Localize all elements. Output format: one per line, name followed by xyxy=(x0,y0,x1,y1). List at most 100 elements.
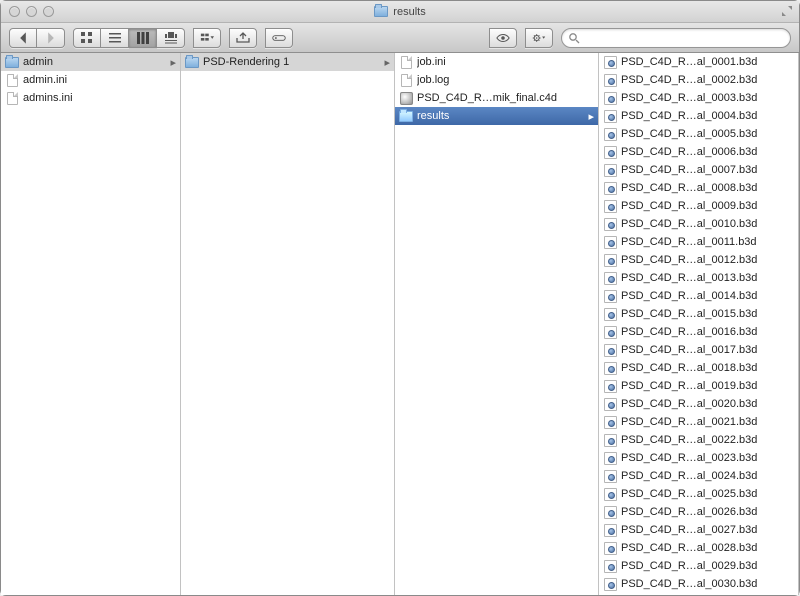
file-name: PSD_C4D_R…al_0001.b3d xyxy=(621,56,757,68)
file-row[interactable]: PSD_C4D_R…al_0025.b3d xyxy=(599,485,798,503)
file-name: PSD-Rendering 1 xyxy=(203,56,289,68)
folder-icon xyxy=(185,55,199,69)
file-name: PSD_C4D_R…al_0027.b3d xyxy=(621,524,757,536)
file-row[interactable]: PSD_C4D_R…al_0012.b3d xyxy=(599,251,798,269)
file-row[interactable]: PSD_C4D_R…al_0020.b3d xyxy=(599,395,798,413)
file-row[interactable]: PSD_C4D_R…al_0029.b3d xyxy=(599,557,798,575)
b3d-icon xyxy=(603,523,617,537)
column-4[interactable]: PSD_C4D_R…al_0001.b3d PSD_C4D_R…al_0002.b… xyxy=(599,53,799,595)
b3d-icon xyxy=(603,451,617,465)
file-row[interactable]: PSD_C4D_R…al_0014.b3d xyxy=(599,287,798,305)
b3d-icon xyxy=(603,415,617,429)
file-name: PSD_C4D_R…al_0007.b3d xyxy=(621,164,757,176)
file-name: PSD_C4D_R…al_0022.b3d xyxy=(621,434,757,446)
file-row[interactable]: PSD_C4D_R…al_0026.b3d xyxy=(599,503,798,521)
file-row[interactable]: PSD_C4D_R…al_0008.b3d xyxy=(599,179,798,197)
file-name: PSD_C4D_R…al_0021.b3d xyxy=(621,416,757,428)
file-row[interactable]: PSD_C4D_R…al_0024.b3d xyxy=(599,467,798,485)
b3d-icon xyxy=(603,433,617,447)
file-row[interactable]: PSD_C4D_R…al_0021.b3d xyxy=(599,413,798,431)
file-name: admins.ini xyxy=(23,92,73,104)
file-row[interactable]: PSD_C4D_R…al_0016.b3d xyxy=(599,323,798,341)
file-row[interactable]: PSD_C4D_R…al_0010.b3d xyxy=(599,215,798,233)
file-row[interactable]: admin.ini xyxy=(1,71,180,89)
file-name: PSD_C4D_R…al_0013.b3d xyxy=(621,272,757,284)
file-name: PSD_C4D_R…al_0011.b3d xyxy=(621,236,757,248)
file-row[interactable]: PSD_C4D_R…al_0011.b3d xyxy=(599,233,798,251)
file-row[interactable]: PSD_C4D_R…al_0030.b3d xyxy=(599,575,798,593)
file-row[interactable]: PSD_C4D_R…al_0027.b3d xyxy=(599,521,798,539)
file-row[interactable]: job.ini xyxy=(395,53,598,71)
forward-button[interactable] xyxy=(37,28,65,48)
file-name: results xyxy=(417,110,449,122)
file-row[interactable]: results▸ xyxy=(395,107,598,125)
chevron-right-icon: ▸ xyxy=(384,56,390,69)
file-name: PSD_C4D_R…al_0024.b3d xyxy=(621,470,757,482)
search-input[interactable] xyxy=(584,32,784,44)
file-row[interactable]: PSD-Rendering 1 ▸ xyxy=(181,53,394,71)
folder-icon xyxy=(399,109,413,123)
file-row[interactable]: PSD_C4D_R…al_0007.b3d xyxy=(599,161,798,179)
b3d-icon xyxy=(603,55,617,69)
view-mode-buttons xyxy=(73,28,185,48)
file-row[interactable]: PSD_C4D_R…al_0013.b3d xyxy=(599,269,798,287)
fullscreen-icon[interactable] xyxy=(781,5,793,17)
minimize-window-button[interactable] xyxy=(26,6,37,17)
list-view-button[interactable] xyxy=(101,28,129,48)
nav-buttons xyxy=(9,28,65,48)
file-name: PSD_C4D_R…al_0019.b3d xyxy=(621,380,757,392)
file-row[interactable]: PSD_C4D_R…al_0009.b3d xyxy=(599,197,798,215)
file-row[interactable]: PSD_C4D_R…al_0003.b3d xyxy=(599,89,798,107)
file-row[interactable]: PSD_C4D_R…al_0005.b3d xyxy=(599,125,798,143)
file-name: PSD_C4D_R…al_0026.b3d xyxy=(621,506,757,518)
zoom-window-button[interactable] xyxy=(43,6,54,17)
back-button[interactable] xyxy=(9,28,37,48)
file-row[interactable]: PSD_C4D_R…al_0015.b3d xyxy=(599,305,798,323)
file-row[interactable]: PSD_C4D_R…al_0019.b3d xyxy=(599,377,798,395)
file-name: admin.ini xyxy=(23,74,67,86)
file-name: PSD_C4D_R…al_0025.b3d xyxy=(621,488,757,500)
quicklook-group xyxy=(489,28,517,48)
doc-icon xyxy=(5,73,19,87)
file-row[interactable]: PSD_C4D_R…al_0006.b3d xyxy=(599,143,798,161)
file-row[interactable]: job.log xyxy=(395,71,598,89)
file-row[interactable]: PSD_C4D_R…al_0022.b3d xyxy=(599,431,798,449)
doc-icon xyxy=(399,55,413,69)
icon-view-button[interactable] xyxy=(73,28,101,48)
coverflow-view-button[interactable] xyxy=(157,28,185,48)
file-name: PSD_C4D_R…al_0002.b3d xyxy=(621,74,757,86)
share-button[interactable] xyxy=(229,28,257,48)
folder-icon xyxy=(374,6,388,17)
file-row[interactable]: PSD_C4D_R…al_0018.b3d xyxy=(599,359,798,377)
file-row[interactable]: PSD_C4D_R…al_0004.b3d xyxy=(599,107,798,125)
file-row[interactable]: PSD_C4D_R…al_0023.b3d xyxy=(599,449,798,467)
file-row[interactable]: admin▸ xyxy=(1,53,180,71)
action-button[interactable] xyxy=(525,28,553,48)
b3d-icon xyxy=(603,343,617,357)
file-row[interactable]: PSD_C4D_R…al_0002.b3d xyxy=(599,71,798,89)
file-row[interactable]: PSD_C4D_R…al_0017.b3d xyxy=(599,341,798,359)
file-row[interactable]: PSD_C4D_R…al_0028.b3d xyxy=(599,539,798,557)
file-row[interactable]: PSD_C4D_R…al_0001.b3d xyxy=(599,53,798,71)
share-group xyxy=(229,28,257,48)
column-view-button[interactable] xyxy=(129,28,157,48)
edit-tags-button[interactable] xyxy=(265,28,293,48)
column-2[interactable]: PSD-Rendering 1 ▸ xyxy=(181,53,395,595)
quicklook-button[interactable] xyxy=(489,28,517,48)
toolbar xyxy=(1,23,799,53)
b3d-icon xyxy=(603,91,617,105)
column-1[interactable]: admin▸ admin.ini admins.ini xyxy=(1,53,181,595)
column-3[interactable]: job.inijob.logPSD_C4D_R…mik_final.c4dres… xyxy=(395,53,599,595)
column-browser: admin▸admin.iniadmins.ini PSD-Rendering … xyxy=(1,53,799,595)
close-window-button[interactable] xyxy=(9,6,20,17)
file-name: PSD_C4D_R…al_0005.b3d xyxy=(621,128,757,140)
file-name: admin xyxy=(23,56,53,68)
b3d-icon xyxy=(603,73,617,87)
file-row[interactable]: admins.ini xyxy=(1,89,180,107)
file-row[interactable]: PSD_C4D_R…mik_final.c4d xyxy=(395,89,598,107)
search-field[interactable] xyxy=(561,28,791,48)
file-name: PSD_C4D_R…al_0017.b3d xyxy=(621,344,757,356)
arrange-button[interactable] xyxy=(193,28,221,48)
window-controls xyxy=(1,6,54,17)
doc-icon xyxy=(5,91,19,105)
